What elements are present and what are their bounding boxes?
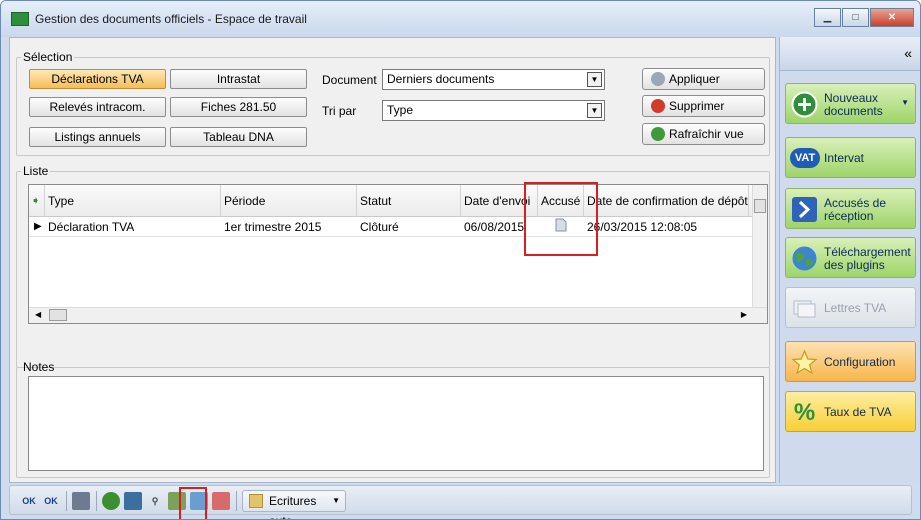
- sidebar-item-label: Configuration: [824, 355, 896, 369]
- vat-icon: VAT: [790, 148, 820, 168]
- print-icon[interactable]: [72, 492, 90, 510]
- bottom-toolbar: OK OK ⚲ Ecritures auto. ▼: [9, 485, 912, 519]
- scroll-left-icon[interactable]: ◀: [35, 310, 41, 319]
- sidebar-item-taux-tva[interactable]: % Taux de TVA: [785, 391, 916, 432]
- tableau-dna-button[interactable]: Tableau DNA: [170, 127, 307, 147]
- cell-type: Déclaration TVA: [48, 220, 135, 234]
- chevron-down-icon: ▼: [332, 496, 340, 505]
- document-select[interactable]: Derniers documents ▼: [382, 69, 605, 90]
- sidebar-item-label: Taux de TVA: [824, 405, 892, 419]
- row-indicator-header: ➧: [29, 185, 45, 217]
- fiches-28150-button[interactable]: Fiches 281.50: [170, 97, 307, 117]
- toolbar-separator: [66, 491, 67, 511]
- delete-label: Supprimer: [669, 99, 725, 113]
- chevron-down-icon: ▼: [587, 72, 602, 87]
- column-date-confirmation[interactable]: Date de confirmation de dépôt: [584, 185, 749, 217]
- sidebar-item-label: Intervat: [824, 151, 865, 165]
- sidebar-item-telechargement-plugins[interactable]: Téléchargement des plugins: [785, 237, 916, 278]
- cell-periode: 1er trimestre 2015: [224, 220, 322, 234]
- maximize-button[interactable]: □: [842, 8, 869, 27]
- app-icon: [11, 12, 29, 26]
- arrow-down-icon: [792, 197, 817, 222]
- globe-icon: [792, 246, 817, 271]
- horizontal-scrollbar[interactable]: ◀ ▶: [29, 307, 767, 323]
- window-controls: ▁ □ ✕: [814, 8, 914, 27]
- highlight-accuse: [524, 182, 598, 256]
- declarations-tva-button[interactable]: Déclarations TVA: [29, 69, 166, 89]
- delete-icon: [651, 99, 665, 113]
- key-icon[interactable]: ⚲: [146, 492, 164, 510]
- column-periode[interactable]: Période: [221, 185, 357, 217]
- sidebar-item-label: Téléchargement des plugins: [824, 244, 911, 272]
- column-statut[interactable]: Statut: [357, 185, 461, 217]
- sidebar-item-configuration[interactable]: Configuration: [785, 341, 916, 382]
- remove-doc-icon[interactable]: [212, 492, 230, 510]
- vertical-scroll-thumb[interactable]: [754, 199, 766, 213]
- cell-date-confirmation: 26/03/2015 12:08:05: [587, 220, 698, 234]
- sidebar-item-label: Lettres TVA: [824, 301, 887, 315]
- tri-select[interactable]: Type ▼: [382, 100, 605, 121]
- horizontal-scroll-thumb[interactable]: [49, 309, 67, 321]
- collapse-sidebar-button[interactable]: «: [904, 45, 912, 61]
- delete-button[interactable]: Supprimer: [642, 95, 765, 117]
- list-legend: Liste: [23, 164, 49, 178]
- star-icon: [791, 349, 818, 375]
- refresh-button[interactable]: Rafraîchir vue: [642, 123, 765, 145]
- cell-statut: Clôturé: [360, 220, 399, 234]
- sidebar-item-label: Accusés de réception: [824, 195, 887, 223]
- refresh-icon[interactable]: [102, 492, 120, 510]
- apply-button[interactable]: Appliquer: [642, 68, 765, 90]
- filter-icon: [651, 72, 665, 86]
- selection-legend: Sélection: [23, 50, 73, 64]
- ok-check-icon[interactable]: OK: [20, 492, 38, 510]
- documents-grid: ➧ Type Période Statut Date d'envoi Accus…: [28, 184, 768, 324]
- plus-icon: [791, 91, 818, 118]
- window-title: Gestion des documents officiels - Espace…: [35, 12, 307, 26]
- sidebar-item-lettres-tva[interactable]: Lettres TVA: [785, 287, 916, 328]
- grid-header: ➧ Type Période Statut Date d'envoi Accus…: [29, 185, 767, 217]
- document-select-value: Derniers documents: [387, 72, 495, 86]
- sidebar-item-intervat[interactable]: VAT Intervat: [785, 137, 916, 178]
- sidebar-item-label: Nouveaux documents: [824, 90, 883, 118]
- chevron-down-icon: ▼: [587, 103, 602, 118]
- tri-label: Tri par: [322, 104, 357, 118]
- entries-icon: [249, 494, 263, 508]
- toolbar-separator: [96, 491, 97, 511]
- column-type[interactable]: Type: [45, 185, 221, 217]
- sidebar-header: «: [780, 37, 920, 71]
- close-button[interactable]: ✕: [870, 8, 914, 27]
- table-row[interactable]: ▶ Déclaration TVA 1er trimestre 2015 Clô…: [29, 217, 754, 237]
- releves-intracom-button[interactable]: Relevés intracom.: [29, 97, 166, 117]
- scroll-right-icon[interactable]: ▶: [741, 310, 747, 319]
- percent-icon: %: [793, 399, 816, 426]
- ok2-label: OK: [44, 496, 58, 506]
- sidebar-item-accuses-reception[interactable]: Accusés de réception: [785, 188, 916, 229]
- listings-annuels-button[interactable]: Listings annuels: [29, 127, 166, 147]
- title-bar: Gestion des documents officiels - Espace…: [1, 1, 920, 37]
- sidebar: « Nouveaux documents ▼ VAT Intervat Accu…: [779, 37, 920, 483]
- ok-icon[interactable]: OK: [42, 492, 60, 510]
- apply-label: Appliquer: [669, 72, 720, 86]
- document-label: Document: [322, 73, 377, 87]
- row-selector-icon: ▶: [34, 221, 42, 232]
- refresh-icon: [651, 127, 665, 141]
- intrastat-button[interactable]: Intrastat: [170, 69, 307, 89]
- ecritures-label: Ecritures auto.: [269, 494, 317, 519]
- highlight-toolbar-receipt: [179, 487, 207, 519]
- toolbar-separator: [236, 491, 237, 511]
- tri-select-value: Type: [387, 103, 414, 117]
- sidebar-item-nouveaux-documents[interactable]: Nouveaux documents ▼: [785, 83, 916, 124]
- notes-textarea[interactable]: [28, 376, 764, 471]
- notes-legend: Notes: [23, 360, 55, 374]
- ecritures-auto-dropdown[interactable]: Ecritures auto. ▼: [242, 490, 346, 519]
- minimize-button[interactable]: ▁: [814, 8, 841, 27]
- vat-badge-text: VAT: [794, 152, 816, 164]
- ok1-label: OK: [22, 496, 36, 506]
- refresh-label: Rafraîchir vue: [669, 127, 744, 141]
- export-icon[interactable]: [124, 492, 142, 510]
- vertical-scrollbar[interactable]: [752, 185, 767, 309]
- letters-icon: [793, 300, 816, 318]
- chevron-down-icon: ▼: [901, 98, 909, 107]
- main-window: Gestion des documents officiels - Espace…: [0, 0, 921, 520]
